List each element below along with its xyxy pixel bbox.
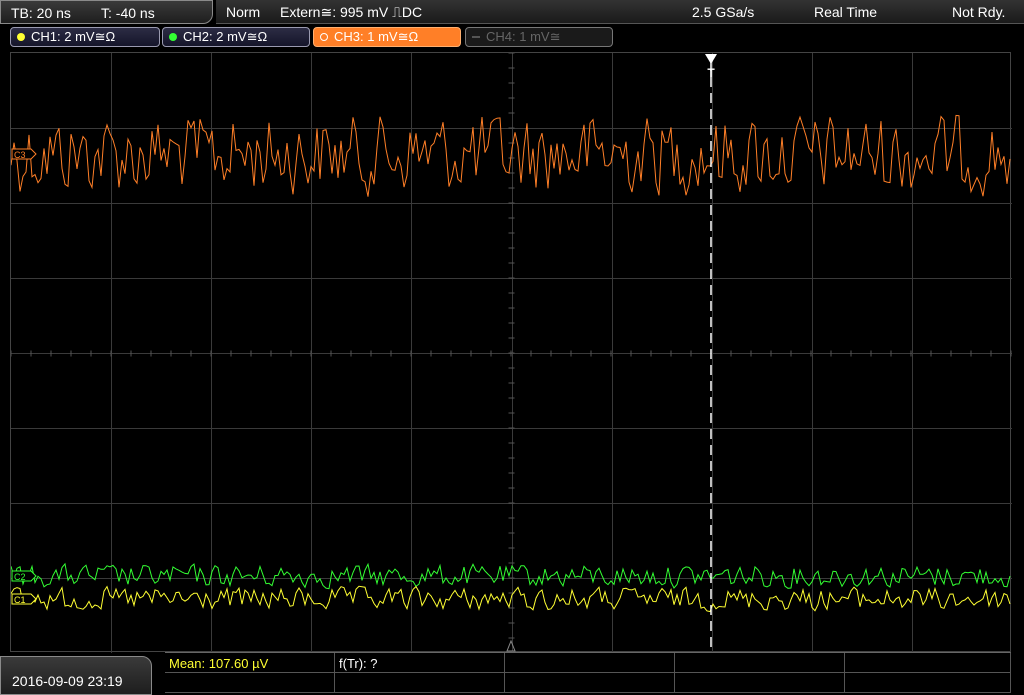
tab-ch3[interactable]: CH3: 1 mV≅Ω: [313, 27, 461, 47]
trigger-position-arrow-icon[interactable]: [705, 54, 717, 64]
sample-rate[interactable]: 2.5 GSa/s: [692, 4, 754, 20]
datetime: 2016-09-09 23:19: [12, 673, 123, 689]
waveform-svg[interactable]: T C3 C2 C1: [11, 53, 1012, 653]
trigger-source[interactable]: Extern≅: 995 mV ⎍DC: [280, 4, 422, 20]
frequency-measurement: f(Tr): ?: [339, 656, 378, 671]
ch4-off-icon: [472, 36, 480, 38]
trigger-level-arrow-icon[interactable]: [506, 639, 516, 652]
ch1-color-dot-icon: [17, 33, 25, 41]
timebase-value[interactable]: TB: 20 ns: [11, 5, 71, 21]
measurement-cell-mean[interactable]: Mean: 107.60 µV: [165, 653, 335, 673]
acquisition-status: Not Rdy.: [952, 4, 1006, 20]
ch3-marker-label: C3: [14, 150, 26, 160]
tab-ch2-label: CH2: 2 mV≅Ω: [183, 29, 268, 44]
ch3-offset-marker[interactable]: C3: [11, 148, 37, 160]
bottom-bar: 2016-09-09 23:19 Mean: 107.60 µV f(Tr): …: [0, 652, 1024, 695]
measurement-cell-freq[interactable]: f(Tr): ?: [335, 653, 505, 673]
datetime-panel: 2016-09-09 23:19: [0, 656, 152, 695]
measurement-cell-empty[interactable]: [675, 653, 845, 673]
waveform-display[interactable]: T C3 C2 C1: [10, 52, 1012, 653]
measurement-cell-empty[interactable]: [505, 653, 675, 673]
measurement-cell-empty[interactable]: [335, 673, 505, 693]
measurement-cell-empty[interactable]: [845, 653, 1011, 673]
trigger-mode[interactable]: Norm: [226, 4, 260, 20]
timebase-panel[interactable]: TB: 20 ns T: -40 ns: [0, 0, 213, 24]
status-bar: TB: 20 ns T: -40 ns Norm Extern≅: 995 mV…: [0, 0, 1024, 24]
trigger-marker-label: T: [707, 66, 715, 80]
mean-measurement: Mean: 107.60 µV: [169, 656, 269, 671]
tab-ch4[interactable]: CH4: 1 mV≅: [465, 27, 613, 47]
ch2-color-dot-icon: [169, 33, 177, 41]
ch2-offset-marker[interactable]: C2: [11, 570, 37, 582]
tab-ch1[interactable]: CH1: 2 mV≅Ω: [10, 27, 160, 47]
measurement-cell-empty[interactable]: [505, 673, 675, 693]
trigger-offset-value[interactable]: T: -40 ns: [101, 5, 155, 21]
ch2-marker-label: C2: [14, 572, 26, 582]
ch1-marker-label: C1: [14, 595, 26, 605]
tab-ch4-label: CH4: 1 mV≅: [486, 29, 561, 44]
ch1-offset-marker[interactable]: C1: [11, 593, 37, 605]
trigger-panel: Norm Extern≅: 995 mV ⎍DC 2.5 GSa/s Real …: [216, 0, 1024, 24]
acquisition-mode[interactable]: Real Time: [814, 4, 877, 20]
measurement-cell-empty[interactable]: [845, 673, 1011, 693]
ch3-color-dot-icon: [320, 33, 328, 41]
ch2-waveform: [11, 562, 1011, 590]
measurement-cell-empty[interactable]: [675, 673, 845, 693]
channel-tabs: CH1: 2 mV≅Ω CH2: 2 mV≅Ω CH3: 1 mV≅Ω CH4:…: [0, 25, 1024, 49]
measurement-cell-empty[interactable]: [165, 673, 335, 693]
tab-ch1-label: CH1: 2 mV≅Ω: [31, 29, 116, 44]
tab-ch2[interactable]: CH2: 2 mV≅Ω: [162, 27, 310, 47]
tab-ch3-label: CH3: 1 mV≅Ω: [334, 29, 419, 44]
measurement-panel[interactable]: Mean: 107.60 µV f(Tr): ?: [165, 652, 1011, 695]
